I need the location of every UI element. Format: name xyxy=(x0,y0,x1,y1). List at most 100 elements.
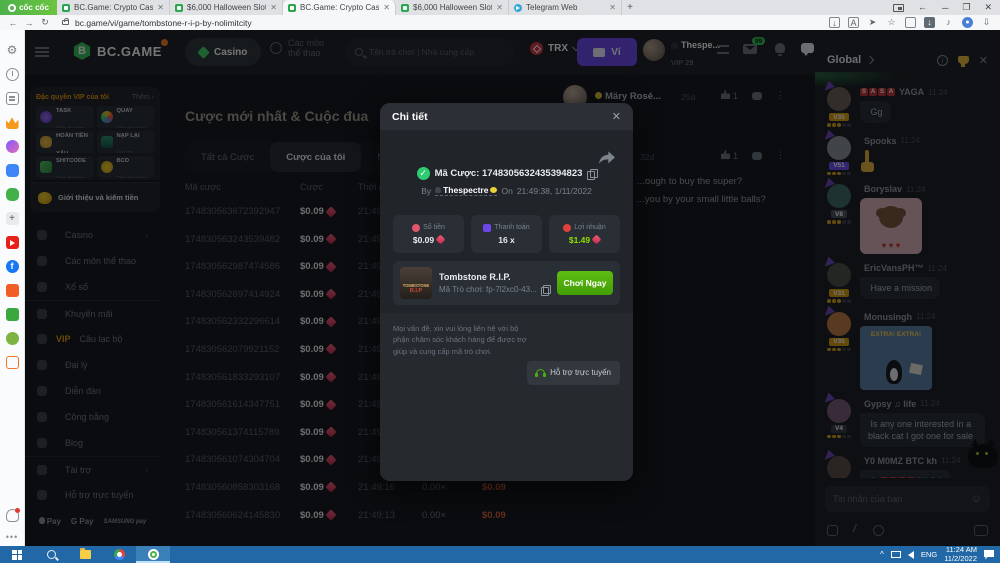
game-id: fp-7l2xc0-43... xyxy=(486,285,537,294)
tab-favicon xyxy=(175,4,183,12)
tab-close-icon[interactable]: ✕ xyxy=(609,3,616,12)
player-suit-icon xyxy=(435,187,441,193)
browser-tab[interactable]: $6,000 Halloween Slot Battle ✕ xyxy=(170,0,283,15)
back-button[interactable]: ← xyxy=(8,18,18,28)
tab-favicon xyxy=(62,4,70,12)
save-page-icon[interactable]: ↓ xyxy=(829,17,840,28)
browser-tab[interactable]: BC.Game: Crypto Casino Gam ✕ xyxy=(283,0,396,15)
coccoc-icon xyxy=(8,4,16,12)
copy-icon[interactable] xyxy=(587,169,596,179)
crown-icon[interactable] xyxy=(6,116,19,129)
games-icon[interactable] xyxy=(6,188,19,201)
add-shortcut-icon[interactable]: + xyxy=(6,212,19,225)
modal-close-icon[interactable]: ✕ xyxy=(612,110,621,123)
coccoc-taskbar-icon[interactable] xyxy=(136,546,170,563)
toolbar-icons: ↓ A ➤ ☆ ↓ ♪ ● ⇩ xyxy=(829,17,992,28)
tab-title: Telegram Web xyxy=(526,3,605,12)
facebook-icon[interactable]: f xyxy=(6,260,19,273)
sidebar-bell-icon[interactable] xyxy=(6,509,19,522)
profile-avatar-icon[interactable]: ● xyxy=(962,17,973,28)
notification-bell-icon[interactable]: ♪ xyxy=(943,17,954,28)
stat-icon xyxy=(483,224,491,232)
stat-label: Lợi nhuận xyxy=(574,224,605,231)
stat-card: Số tiền $0.09 xyxy=(393,215,464,253)
adblock-shield-icon[interactable] xyxy=(905,17,916,28)
downloads-icon[interactable]: ⇩ xyxy=(981,17,992,28)
tab-close-icon[interactable]: ✕ xyxy=(270,3,277,12)
minimize-button[interactable]: ─ xyxy=(942,3,948,13)
coccoc-brand-label: cốc cốc xyxy=(19,3,49,12)
headset-icon xyxy=(536,369,545,376)
modal-title: Chi tiết xyxy=(392,111,428,123)
site-security-icon[interactable] xyxy=(62,20,69,25)
taskbar-search-icon[interactable] xyxy=(34,546,68,563)
reload-button[interactable]: ↻ xyxy=(40,17,50,28)
action-center-icon[interactable] xyxy=(984,550,994,560)
tab-favicon xyxy=(514,4,522,12)
tab-close-icon[interactable]: ✕ xyxy=(157,3,164,12)
zalo-icon[interactable] xyxy=(6,164,19,177)
game-id-line: Mã Trò chơi: fp-7l2xc0-43... xyxy=(439,285,550,295)
volume-icon[interactable] xyxy=(908,551,914,559)
chrome-taskbar-icon[interactable] xyxy=(102,546,136,563)
shop-icon[interactable] xyxy=(6,284,19,297)
tab-title: BC.Game: Crypto Casino Gam xyxy=(300,3,379,12)
maximize-button[interactable]: ❐ xyxy=(962,2,970,13)
share-bet-icon[interactable] xyxy=(599,151,615,165)
gift-icon[interactable] xyxy=(6,308,19,321)
restore-tab-icon[interactable] xyxy=(918,4,928,12)
file-explorer-icon[interactable] xyxy=(68,546,102,563)
verified-check-icon: ✓ xyxy=(417,167,430,180)
coccoc-logo[interactable]: cốc cốc xyxy=(0,0,57,15)
browser-tab[interactable]: BC.Game: Crypto Casino Gam ✕ xyxy=(57,0,170,15)
stat-card: Lợi nhuận $1.49 xyxy=(549,215,620,253)
gem-icon xyxy=(592,235,602,245)
youtube-icon[interactable] xyxy=(6,236,19,249)
tray-expand-icon[interactable]: ^ xyxy=(880,550,884,559)
play-now-button[interactable]: Chơi Ngay xyxy=(557,271,613,295)
copy-icon[interactable] xyxy=(541,285,550,295)
deals-icon[interactable] xyxy=(6,332,19,345)
windows-taskbar: ^ ENG 11:24 AM11/2/2022 xyxy=(0,546,1000,563)
live-support-button[interactable]: Hỗ trợ trực tuyến xyxy=(527,361,620,385)
newsfeed-icon[interactable] xyxy=(6,92,19,105)
messenger-icon[interactable] xyxy=(6,140,19,153)
game-thumbnail[interactable]: TOMBSTONE R.I.P xyxy=(400,267,432,299)
pip-icon[interactable] xyxy=(893,4,904,12)
gem-icon xyxy=(436,235,446,245)
tab-close-icon[interactable]: ✕ xyxy=(383,3,390,12)
clock[interactable]: 11:24 AM11/2/2022 xyxy=(944,546,977,563)
modal-bet-id: 1748305632435394823 xyxy=(482,168,582,179)
stat-card: Thanh toán 16 x xyxy=(471,215,542,253)
browser-tab[interactable]: $6,000 Halloween Slot Battle ✕ xyxy=(396,0,509,15)
history-icon[interactable] xyxy=(6,68,19,81)
share-icon[interactable]: ➤ xyxy=(867,17,878,28)
modal-footer: Mọi vấn đề, xin vui lòng liên hệ với bộ … xyxy=(380,313,633,481)
new-tab-button[interactable]: + xyxy=(622,0,638,15)
tab-close-icon[interactable]: ✕ xyxy=(496,3,503,12)
player-name[interactable]: Thespectre xyxy=(435,185,497,196)
browser-tab[interactable]: Telegram Web ✕ xyxy=(509,0,622,15)
download-active-icon[interactable]: ↓ xyxy=(924,17,935,28)
settings-gear-icon[interactable]: ⚙ xyxy=(6,44,19,57)
bookmark-star-icon[interactable]: ☆ xyxy=(886,17,897,28)
stat-icon xyxy=(563,224,571,232)
tab-favicon xyxy=(401,4,409,12)
language-indicator[interactable]: ENG xyxy=(921,550,937,559)
address-bar[interactable]: bc.game/vi/game/tombstone-r-i-p-by-nolim… xyxy=(75,18,252,28)
game-card: TOMBSTONE R.I.P Tombstone R.I.P. Mã Trò … xyxy=(393,261,620,305)
start-button[interactable] xyxy=(0,546,34,563)
window-controls: ─ ❐ ✕ xyxy=(893,0,1000,15)
tab-strip: cốc cốc BC.Game: Crypto Casino Gam ✕ $6,… xyxy=(0,0,1000,15)
close-window-button[interactable]: ✕ xyxy=(984,2,992,13)
forward-button[interactable]: → xyxy=(24,18,34,28)
stat-label: Số tiền xyxy=(423,224,445,231)
translate-icon[interactable]: A xyxy=(848,17,859,28)
game-name: Tombstone R.I.P. xyxy=(439,272,550,282)
sidebar-more-icon[interactable]: ••• xyxy=(6,533,19,546)
cart-icon[interactable] xyxy=(6,356,19,369)
browser-chrome: cốc cốc BC.Game: Crypto Casino Gam ✕ $6,… xyxy=(0,0,1000,30)
bet-details-modal: Chi tiết ✕ ✓ Mã Cược: 174830563243539482… xyxy=(380,103,633,481)
network-icon[interactable] xyxy=(891,551,901,558)
stat-icon xyxy=(412,224,420,232)
